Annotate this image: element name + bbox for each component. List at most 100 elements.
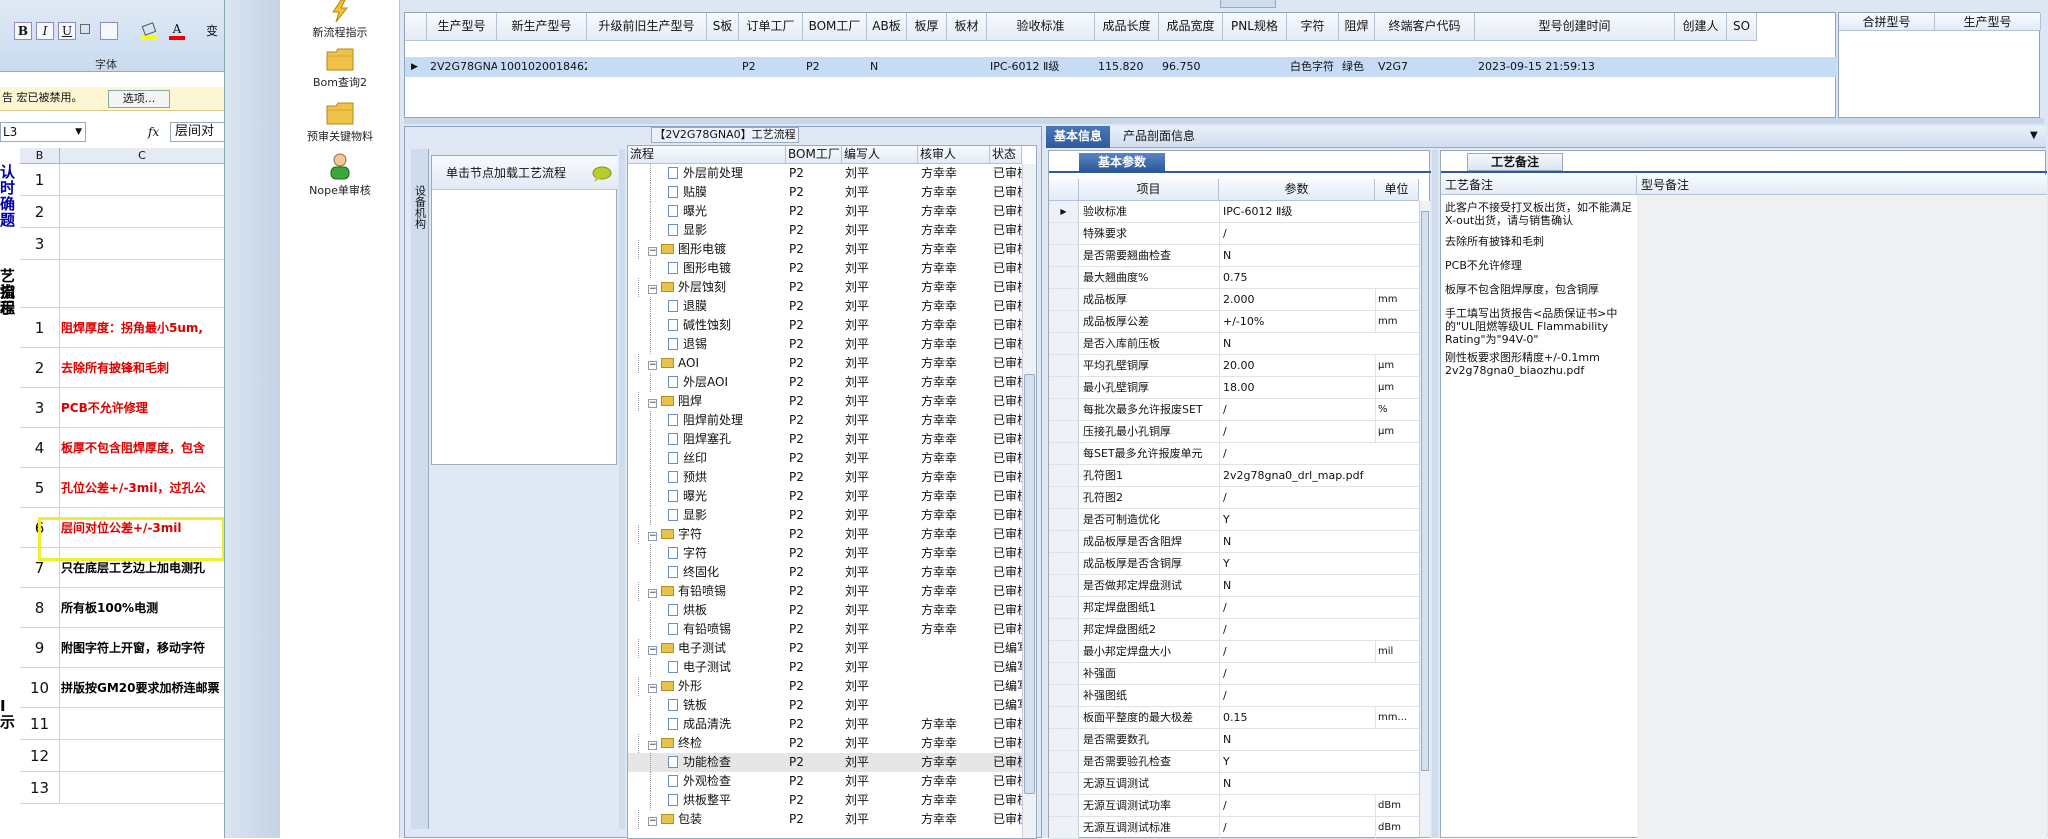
property-value[interactable]: N (1219, 729, 1375, 750)
model-notes-area[interactable] (1637, 195, 2047, 839)
subtab-basic-params[interactable]: 基本参数 (1079, 153, 1165, 171)
sheet-cell[interactable] (60, 196, 224, 228)
tree-row[interactable]: 阻焊塞孔 P2 刘平 方幸幸 已审核 (628, 430, 1022, 449)
row-selector[interactable] (1049, 245, 1079, 266)
row-number[interactable]: 9 (20, 628, 60, 668)
tree-row[interactable]: 曝光 P2 刘平 方幸幸 已审核 (628, 487, 1022, 506)
property-row[interactable]: 特殊要求 / (1049, 223, 1419, 245)
property-row[interactable]: 是否需要数孔 N (1049, 729, 1419, 751)
tree-node[interactable]: − 电子测试 (648, 639, 786, 658)
tree-row[interactable]: − 字符 P2 刘平 方幸幸 已审核 (628, 525, 1022, 544)
tree-row[interactable]: 电子测试 P2 刘平 已编写 (628, 658, 1022, 677)
tree-row[interactable]: − 包装 P2 刘平 方幸幸 已审核 (628, 810, 1022, 829)
table-cell[interactable]: 绿色 (1339, 57, 1375, 77)
property-row[interactable]: 成品板厚是否含铜厚 Y (1049, 553, 1419, 575)
dropdown-arrow-icon[interactable] (80, 24, 90, 34)
side-tab[interactable]: 设备机构 (411, 149, 429, 829)
property-row[interactable]: 是否做邦定焊盘测试 N (1049, 575, 1419, 597)
property-value[interactable]: Y (1219, 509, 1375, 530)
property-row[interactable]: 补强图纸 / (1049, 685, 1419, 707)
row-selector[interactable] (1049, 289, 1079, 310)
row-selector[interactable] (1049, 641, 1079, 662)
property-value[interactable]: / (1219, 685, 1375, 706)
property-value[interactable]: N (1219, 245, 1375, 266)
row-selector[interactable] (1049, 817, 1079, 838)
property-value[interactable]: / (1219, 619, 1375, 640)
tree-node[interactable]: − 图形电镀 (648, 240, 786, 259)
table-cell[interactable]: N (867, 57, 907, 77)
property-value[interactable]: Y (1219, 553, 1375, 574)
tree-node[interactable]: 外观检查 (668, 772, 786, 791)
italic-button[interactable]: I (36, 22, 54, 40)
property-value[interactable]: / (1219, 663, 1375, 684)
row-number[interactable]: 1 (20, 308, 60, 348)
table-cell[interactable]: 10010200184622 (497, 57, 587, 77)
row-selector[interactable] (1049, 773, 1079, 794)
tree-node[interactable]: 外层AOI (668, 373, 786, 392)
splitter-bar[interactable] (1432, 150, 1438, 838)
column-header[interactable]: 状态 (990, 146, 1022, 164)
function-icon[interactable]: fx (148, 122, 159, 142)
column-header[interactable]: 流程 (628, 146, 786, 164)
property-row[interactable]: 孔符图1 2v2g78gna0_drl_map.pdf (1049, 465, 1419, 487)
nav-item-key-material[interactable]: 预审关键物料 (280, 100, 400, 144)
tree-node[interactable]: 显影 (668, 506, 786, 525)
row-selector[interactable] (1049, 465, 1079, 486)
property-row[interactable]: 是否需要验孔检查 Y (1049, 751, 1419, 773)
row-selector[interactable] (1049, 575, 1079, 596)
sheet-cell[interactable]: 附图字符上开窗，移动字符 (60, 628, 224, 668)
row-number[interactable]: 3 (20, 228, 60, 260)
row-selector[interactable] (1049, 311, 1079, 332)
tree-node[interactable]: − 阻焊 (648, 392, 786, 411)
row-selector[interactable] (1049, 795, 1079, 816)
row-number[interactable]: 4 (20, 428, 60, 468)
tree-row[interactable]: 功能检查 P2 刘平 方幸幸 已审核 (628, 753, 1022, 772)
tree-row[interactable]: 成品清洗 P2 刘平 方幸幸 已审核 (628, 715, 1022, 734)
tree-node[interactable]: − AOI (648, 354, 786, 373)
tree-row[interactable]: 有铅喷锡 P2 刘平 方幸幸 已审核 (628, 620, 1022, 639)
fill-color-icon[interactable] (140, 22, 158, 40)
property-row[interactable]: ▶ 验收标准 IPC-6012 Ⅱ级 (1049, 201, 1419, 223)
property-value[interactable]: N (1219, 575, 1375, 596)
property-value[interactable]: 2.000 (1219, 289, 1375, 310)
tree-row[interactable]: − AOI P2 刘平 方幸幸 已审核 (628, 354, 1022, 373)
table-cell[interactable]: P2 (803, 57, 867, 77)
property-value[interactable]: / (1219, 487, 1375, 508)
sheet-cell[interactable]: 板厚不包含阻焊厚度，包含 (60, 428, 224, 468)
row-number[interactable] (20, 260, 60, 308)
font-color-icon[interactable]: A (168, 22, 186, 40)
table-cell[interactable] (907, 57, 947, 77)
property-value[interactable]: / (1219, 795, 1375, 816)
property-row[interactable]: 是否需要翘曲检查 N (1049, 245, 1419, 267)
table-cell[interactable] (947, 57, 987, 77)
collapse-toggle-icon[interactable]: − (648, 741, 657, 750)
column-header[interactable]: 新生产型号 (497, 13, 587, 41)
property-row[interactable]: 邦定焊盘图纸1 / (1049, 597, 1419, 619)
tree-row[interactable]: − 有铅喷锡 P2 刘平 方幸幸 已审核 (628, 582, 1022, 601)
nav-item-bom-query[interactable]: Bom查询2 (280, 46, 400, 90)
nav-item-new-process[interactable]: 新流程指示 (280, 0, 400, 40)
tree-node[interactable]: 图形电镀 (668, 259, 786, 278)
tree-row[interactable]: 外观检查 P2 刘平 方幸幸 已审核 (628, 772, 1022, 791)
tree-row[interactable]: 图形电镀 P2 刘平 方幸幸 已审核 (628, 259, 1022, 278)
tree-node[interactable]: 阻焊前处理 (668, 411, 786, 430)
tree-row[interactable]: 外层AOI P2 刘平 方幸幸 已审核 (628, 373, 1022, 392)
row-selector[interactable] (1049, 597, 1079, 618)
tree-row[interactable]: 曝光 P2 刘平 方幸幸 已审核 (628, 202, 1022, 221)
tree-node[interactable]: 成品清洗 (668, 715, 786, 734)
tree-node[interactable]: 外层前处理 (668, 164, 786, 183)
column-header[interactable]: 型号创建时间 (1475, 13, 1675, 41)
splitter-bar[interactable] (404, 118, 2044, 124)
row-number[interactable]: 12 (20, 740, 60, 772)
table-cell[interactable]: IPC-6012 Ⅱ级 (987, 57, 1095, 77)
column-header[interactable]: 字符 (1287, 13, 1339, 41)
property-value[interactable]: N (1219, 333, 1375, 354)
tree-row[interactable]: 烘板 P2 刘平 方幸幸 已审核 (628, 601, 1022, 620)
row-selector[interactable] (1049, 223, 1079, 244)
property-row[interactable]: 最小孔壁铜厚 18.00 μm (1049, 377, 1419, 399)
tree-row[interactable]: 贴膜 P2 刘平 方幸幸 已审核 (628, 183, 1022, 202)
column-header[interactable]: PNL规格 (1223, 13, 1287, 41)
underline-button[interactable]: U (58, 22, 76, 40)
chevron-down-icon[interactable]: ▼ (2030, 130, 2038, 141)
sheet-cell[interactable] (60, 740, 224, 772)
